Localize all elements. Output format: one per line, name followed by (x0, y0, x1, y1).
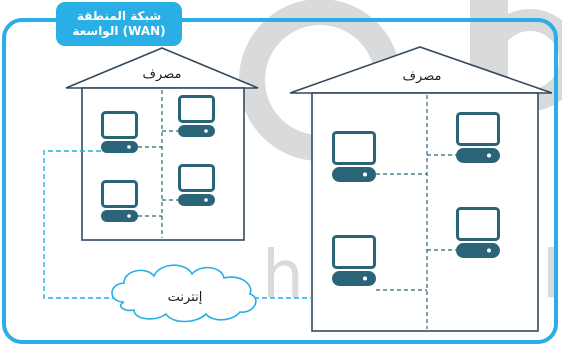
building-right-body (311, 92, 539, 332)
wan-diagram: hulul مصرف مصرف (2, 0, 562, 344)
building-right-label: مصرف (403, 69, 442, 84)
building-right: مصرف (289, 46, 553, 332)
building-left-label: مصرف (143, 67, 182, 82)
internet-label: إنترنت (168, 290, 203, 305)
internet-cloud: إنترنت (111, 264, 257, 323)
wan-title-line1: شبكة المنطقة (76, 9, 162, 23)
wan-title-badge: شبكة المنطقة الواسعة (WAN) (56, 2, 182, 46)
wan-title-line2: الواسعة (WAN) (72, 24, 166, 38)
building-left: مصرف (65, 47, 259, 241)
diagram-stage: hulul مصرف مصرف (0, 0, 562, 349)
